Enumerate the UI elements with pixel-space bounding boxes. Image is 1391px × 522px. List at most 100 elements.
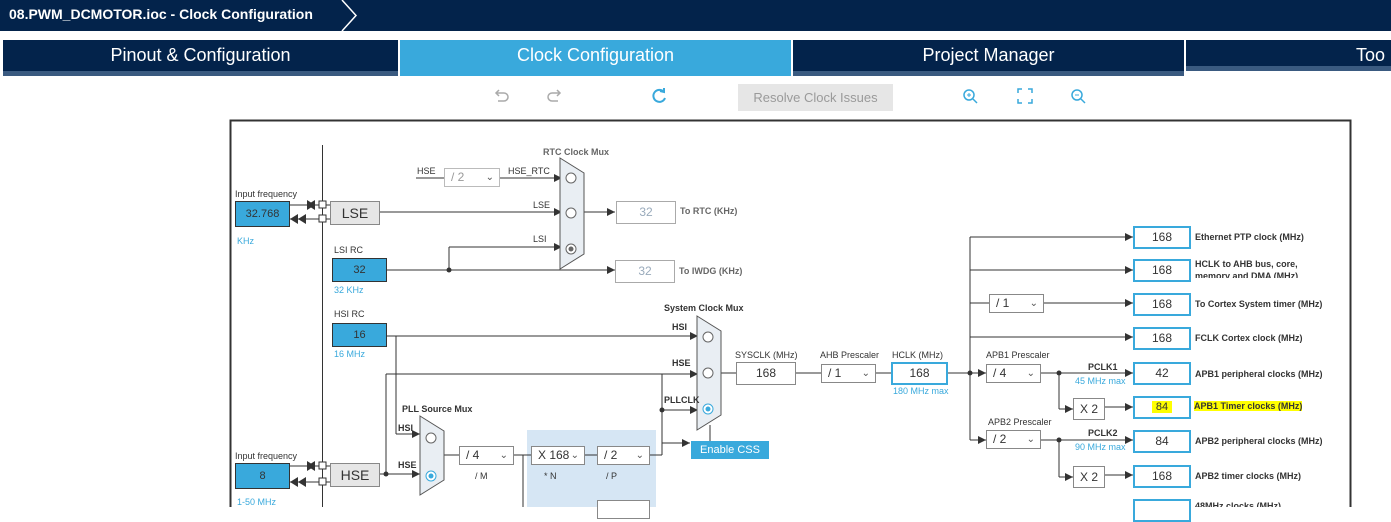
pll-n-multiplier-select[interactable]: X 168 ⌄	[531, 446, 585, 465]
hclk-input[interactable]: 168	[891, 362, 948, 385]
rtc-lse-label: LSE	[533, 200, 551, 210]
refresh-icon[interactable]	[648, 84, 670, 108]
cortex-timer-divider-select[interactable]: / 1 ⌄	[989, 294, 1044, 313]
hsi-unit-label: 16 MHz	[334, 349, 366, 359]
tab-bar: Pinout & Configuration Clock Configurati…	[0, 40, 1391, 76]
lsi-rc-value: 32	[332, 258, 387, 282]
apb1-timer-label: APB1 Timer clocks (MHz)	[1194, 401, 1303, 411]
ethernet-ptp-clock-label: Ethernet PTP clock (MHz)	[1195, 232, 1304, 242]
ethernet-ptp-clock-value[interactable]: 168	[1133, 226, 1191, 249]
pclk2-label: PCLK2	[1088, 428, 1118, 438]
chevron-down-icon: ⌄	[861, 368, 870, 379]
sys-mux-hse-label: HSE	[672, 358, 691, 368]
to-iwdg-value: 32	[615, 260, 675, 283]
lse-block: LSE	[330, 201, 380, 225]
hclk-label: HCLK (MHz)	[892, 350, 943, 360]
lse-frequency-input[interactable]: 32.768	[235, 201, 290, 227]
tab-tools[interactable]: Too	[1186, 40, 1391, 71]
apb1-prescaler-label: APB1 Prescaler	[986, 350, 1050, 360]
breadcrumb-chevron-icon	[341, 0, 358, 31]
sysclk-value: 168	[736, 362, 796, 385]
pll-mux-hse-radio[interactable]	[425, 470, 437, 482]
apb1-timer-value[interactable]: 84	[1133, 396, 1191, 419]
rtc-mux-lsi-radio[interactable]	[565, 243, 577, 255]
apb1-peripheral-value[interactable]: 42	[1133, 362, 1191, 385]
pll-n-label: * N	[544, 471, 557, 481]
rtc-mux-lse-radio[interactable]	[565, 207, 577, 219]
chevron-down-icon: ⌄	[635, 450, 644, 461]
tab-clock-configuration[interactable]: Clock Configuration	[400, 40, 791, 76]
sys-mux-hse-radio[interactable]	[702, 367, 714, 379]
lse-input-label: Input frequency	[235, 189, 298, 199]
fclk-value[interactable]: 168	[1133, 327, 1191, 350]
apb1-timer-multiplier: X 2	[1073, 398, 1105, 420]
hse-block: HSE	[330, 463, 380, 487]
pll-p-label: / P	[606, 471, 618, 481]
pll-m-label: / M	[475, 471, 488, 481]
pll-m-divider-select[interactable]: / 4 ⌄	[459, 446, 514, 465]
apb1-peripheral-label: APB1 peripheral clocks (MHz)	[1195, 369, 1323, 379]
cortex-timer-label: To Cortex System timer (MHz)	[1195, 299, 1323, 309]
chevron-down-icon: ⌄	[1026, 368, 1035, 379]
apb2-peripheral-value[interactable]: 84	[1133, 430, 1191, 453]
pll-q-divider-select[interactable]	[597, 500, 650, 519]
to-iwdg-label: To IWDG (KHz)	[679, 266, 743, 276]
to-rtc-label: To RTC (KHz)	[680, 206, 738, 216]
hsi-rc-label: HSI RC	[334, 309, 365, 319]
rtc-hse-divider-select[interactable]: / 2 ⌄	[444, 168, 500, 187]
fclk-label: FCLK Cortex clock (MHz)	[1195, 333, 1303, 343]
pll-p-divider-select[interactable]: / 2 ⌄	[597, 446, 650, 465]
pll-mux-hsi-radio[interactable]	[425, 432, 437, 444]
hse-input-label: Input frequency	[235, 451, 298, 461]
ahb-prescaler-select[interactable]: / 1 ⌄	[821, 364, 876, 383]
apb2-timer-label: APB2 timer clocks (MHz)	[1195, 471, 1302, 481]
redo-icon[interactable]	[544, 84, 566, 108]
zoom-in-icon[interactable]	[960, 84, 982, 108]
apb2-prescaler-label: APB2 Prescaler	[988, 417, 1052, 427]
enable-css-button[interactable]: Enable CSS	[691, 441, 769, 459]
rtc-hse-label: HSE	[417, 166, 436, 176]
clock-48mhz-label: 48MHz clocks (MHz)	[1195, 501, 1282, 507]
hse-unit-label: 1-50 MHz	[237, 497, 277, 507]
system-clock-mux-title: System Clock Mux	[664, 303, 744, 313]
window-title: 08.PWM_DCMOTOR.ioc - Clock Configuration	[9, 6, 313, 22]
tab-pinout[interactable]: Pinout & Configuration	[3, 40, 398, 76]
lse-unit-label: KHz	[237, 236, 255, 246]
chevron-down-icon: ⌄	[485, 172, 494, 183]
sysclk-label: SYSCLK (MHz)	[735, 350, 798, 360]
sys-mux-hsi-radio[interactable]	[702, 331, 714, 343]
cortex-timer-value[interactable]: 168	[1133, 293, 1191, 316]
rtc-mux-hse-radio[interactable]	[565, 172, 577, 184]
sys-mux-pllclk-radio[interactable]	[702, 403, 714, 415]
resolve-clock-issues-button[interactable]: Resolve Clock Issues	[738, 84, 893, 111]
apb1-max-label: 45 MHz max	[1075, 376, 1126, 386]
lsi-rc-label: LSI RC	[334, 245, 364, 255]
rtc-mux-title: RTC Clock Mux	[543, 147, 610, 157]
chevron-down-icon: ⌄	[1026, 434, 1035, 445]
apb2-max-label: 90 MHz max	[1075, 442, 1126, 452]
chevron-down-icon: ⌄	[1029, 298, 1038, 309]
sys-mux-hsi-label: HSI	[672, 322, 688, 332]
pll-source-mux-title: PLL Source Mux	[402, 404, 473, 414]
chevron-down-icon: ⌄	[570, 450, 579, 461]
apb1-timer-value-highlight: 84	[1151, 401, 1173, 413]
hclk-ahb-value[interactable]: 168	[1133, 259, 1191, 282]
rtc-lsi-label: LSI	[533, 234, 547, 244]
apb2-timer-value[interactable]: 168	[1133, 465, 1191, 488]
ahb-prescaler-label: AHB Prescaler	[820, 350, 880, 360]
undo-icon[interactable]	[490, 84, 512, 108]
clock-48mhz-value[interactable]	[1133, 499, 1191, 522]
zoom-out-icon[interactable]	[1068, 84, 1090, 108]
apb2-timer-multiplier: X 2	[1073, 466, 1105, 488]
hse-frequency-input[interactable]: 8	[235, 463, 290, 489]
chevron-down-icon: ⌄	[499, 450, 508, 461]
hclk-max-label: 180 MHz max	[893, 386, 949, 396]
tab-project-manager[interactable]: Project Manager	[793, 40, 1184, 76]
pll-mux-hsi-label: HSI	[398, 423, 414, 433]
lsi-unit-label: 32 KHz	[334, 285, 364, 295]
title-bar: 08.PWM_DCMOTOR.ioc - Clock Configuration	[0, 0, 1391, 31]
apb2-prescaler-select[interactable]: / 2 ⌄	[986, 430, 1041, 449]
apb1-prescaler-select[interactable]: / 4 ⌄	[986, 364, 1041, 383]
fit-screen-icon[interactable]	[1014, 84, 1036, 108]
pclk1-label: PCLK1	[1088, 362, 1118, 372]
